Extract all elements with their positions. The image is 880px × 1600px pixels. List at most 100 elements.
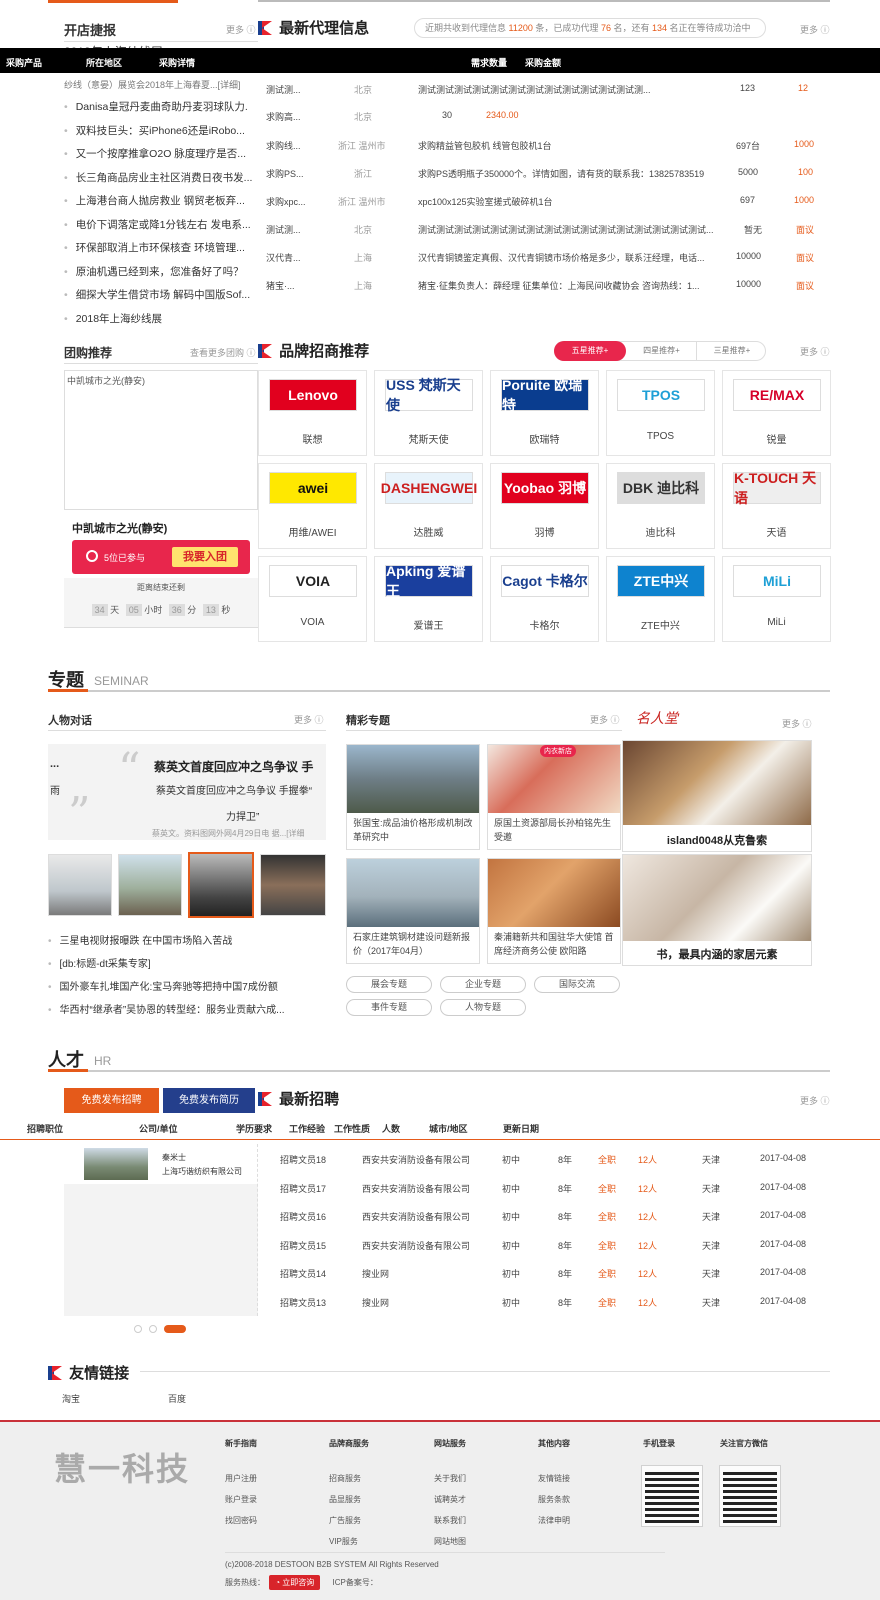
brand-item[interactable]: Apking 爱谱王 爱谱王 xyxy=(374,556,483,642)
tag-international[interactable]: 国际交流 xyxy=(534,976,620,993)
brand-item[interactable]: USS 梵斯天使 梵斯天使 xyxy=(374,370,483,456)
brand-item[interactable]: MiLi MiLi xyxy=(722,556,831,642)
group-buy-name[interactable]: 中凯城市之光(静安) xyxy=(72,520,167,536)
brand-item[interactable]: Lenovo 联想 xyxy=(258,370,367,456)
brand-item[interactable]: DBK 迪比科 迪比科 xyxy=(606,463,715,549)
celebrity-item-1[interactable]: island0048从克鲁索 xyxy=(622,740,812,852)
brand-item[interactable]: Cagot 卡格尔 卡格尔 xyxy=(490,556,599,642)
dialogue-headline[interactable]: 蔡英文首度回应冲之鸟争议 手 xyxy=(154,758,313,775)
table-row[interactable]: 测试测... 北京 测试测试测试测试测试测试测试测试测试测试测试测试测试测试测试… xyxy=(258,214,830,242)
featured-item-4[interactable]: 秦浦籍新共和国驻华大使馆 首席经济商务公使 欧阳路 xyxy=(487,858,621,964)
group-buy-image[interactable]: 中凯城市之光(静安) xyxy=(64,370,258,510)
footer-link[interactable]: 联系我们 xyxy=(434,1515,466,1526)
carousel-dot[interactable] xyxy=(149,1325,158,1333)
footer-link[interactable]: 关于我们 xyxy=(434,1473,466,1484)
featured-item-2[interactable]: 内衣新店 原国土资源部局长孙柏铭先生受邀 xyxy=(487,744,621,850)
opening-news-more[interactable]: 更多 xyxy=(226,23,256,36)
dialogue-meta[interactable]: 蔡英文。资料图网外网4月29日电 据...[详细 xyxy=(152,828,304,839)
table-row[interactable]: 测试测... 北京 测试测试测试测试测试测试测试测试测试测试测试测试测... 1… xyxy=(258,74,830,102)
footer-link[interactable]: 找回密码 xyxy=(225,1515,257,1526)
group-buy-more[interactable]: 查看更多团购 xyxy=(190,346,256,359)
featured-item-1[interactable]: 张国宝:成品油价格形成机制改革研究中 xyxy=(346,744,480,850)
footer-link[interactable]: 法律申明 xyxy=(538,1515,570,1526)
dialogue-link[interactable]: [db:标题-dt采集专家] xyxy=(48,953,328,976)
brand-item[interactable]: DASHENGWEI 达胜威 xyxy=(374,463,483,549)
table-row[interactable]: 求购PS... 浙江 求购PS透明瓶子350000个。详情如图，请有货的联系我：… xyxy=(258,158,830,186)
brand-item[interactable]: ZTE中兴 ZTE中兴 xyxy=(606,556,715,642)
dialogue-link[interactable]: 国外豪车扎堆国产化:宝马奔驰等把持中国7成份额 xyxy=(48,976,328,999)
table-row[interactable]: 招聘文员15 西安共安消防设备有限公司 初中 8年 全职 12人 天津 2017-04-08 xyxy=(258,1230,830,1258)
dialogue-slide[interactable]: ... 雨 “ ” 蔡英文首度回应冲之鸟争议 手 蔡英文首度回应冲之鸟争议 手握… xyxy=(48,744,326,840)
tag-people[interactable]: 人物专题 xyxy=(440,999,526,1016)
footer-link[interactable]: 品显服务 xyxy=(329,1494,369,1505)
opening-news-meta[interactable]: 纱线（意晏）展览会2018年上海春夏...[详细] xyxy=(64,78,254,91)
footer-link[interactable]: 广告服务 xyxy=(329,1515,369,1526)
tab-five-star[interactable]: 五星推荐+ xyxy=(554,341,626,361)
brand-item[interactable]: K-TOUCH 天语 天语 xyxy=(722,463,831,549)
news-item[interactable]: 细探大学生借贷市场 解码中国版Sof... xyxy=(64,284,254,308)
news-item[interactable]: Danisa皇冠丹麦曲奇助丹麦羽球队力. xyxy=(64,96,254,120)
table-row[interactable]: 招聘文员18 西安共安消防设备有限公司 初中 8年 全职 12人 天津 2017-04-08 xyxy=(258,1144,830,1172)
featured-item-3[interactable]: 石家庄建筑钢材建设问题新报价（2017年04月） xyxy=(346,858,480,964)
dialogue-thumb-2[interactable] xyxy=(118,854,182,916)
agent-info-more[interactable]: 更多 xyxy=(800,23,830,36)
brand-item[interactable]: awei 用维/AWEI xyxy=(258,463,367,549)
news-item[interactable]: 又一个按摩推拿O2O 脉度理疗是否... xyxy=(64,143,254,167)
table-row[interactable]: 求购线... 浙江 温州市 求购精益管包胶机 线管包胶机1台 697台 1000 xyxy=(258,130,830,158)
tab-four-star[interactable]: 四星推荐+ xyxy=(627,342,697,360)
table-row[interactable]: 招聘文员13 搜业网 初中 8年 全职 12人 天津 2017-04-08 xyxy=(258,1287,830,1315)
link-baidu[interactable]: 百度 xyxy=(168,1392,186,1405)
footer-link[interactable]: VIP服务 xyxy=(329,1536,369,1547)
footer-link[interactable]: 诚聘英才 xyxy=(434,1494,466,1505)
table-row[interactable]: 求购xpc... 浙江 温州市 xpc100x125实验室搓式破碎机1台 697… xyxy=(258,186,830,214)
latest-jobs-more[interactable]: 更多 xyxy=(800,1094,830,1107)
dialogue-thumb-3[interactable] xyxy=(188,852,254,918)
carousel-dot[interactable] xyxy=(134,1325,142,1333)
news-item[interactable]: 电价下调落定或降1分钱左右 发电系... xyxy=(64,214,254,238)
celebrity-more[interactable]: 更多 xyxy=(782,717,812,730)
tag-event[interactable]: 事件专题 xyxy=(346,999,432,1016)
celebrity-item-2[interactable]: 书，最具内涵的家居元素 xyxy=(622,854,812,966)
tag-enterprise[interactable]: 企业专题 xyxy=(440,976,526,993)
news-item[interactable]: 环保部取消上市环保核查 环境管理... xyxy=(64,237,254,261)
featured-more[interactable]: 更多 xyxy=(590,713,620,726)
consult-button[interactable]: ◔ 立即咨询 xyxy=(269,1575,321,1590)
footer-link[interactable]: 招商服务 xyxy=(329,1473,369,1484)
table-row[interactable]: 汉代青... 上海 汉代青铜镜鉴定真假、汉代青铜镜市场价格是多少，联系汪经理，电… xyxy=(258,242,830,270)
news-item[interactable]: 2018年上海纱线展 xyxy=(64,308,254,332)
dialogue-more[interactable]: 更多 xyxy=(294,713,324,726)
post-job-button[interactable]: 免费发布招聘 xyxy=(64,1088,159,1113)
post-resume-button[interactable]: 免费发布简历 xyxy=(163,1088,255,1113)
footer-link[interactable]: 用户注册 xyxy=(225,1473,257,1484)
tab-three-star[interactable]: 三星推荐+ xyxy=(697,342,767,360)
brand-item[interactable]: Yoobao 羽博 羽博 xyxy=(490,463,599,549)
brands-more[interactable]: 更多 xyxy=(800,345,830,358)
footer-link[interactable]: 友情链接 xyxy=(538,1473,570,1484)
news-item[interactable]: 长三角商品房业主社区消费日夜书发... xyxy=(64,167,254,191)
brand-item[interactable]: VOIA VOIA xyxy=(258,556,367,642)
news-item[interactable]: 上海港台商人抛房救业 钢贸老板弃... xyxy=(64,190,254,214)
company-logo[interactable] xyxy=(84,1148,148,1180)
tag-expo[interactable]: 展会专题 xyxy=(346,976,432,993)
join-group-button[interactable]: 我要入团 xyxy=(172,547,238,567)
table-row[interactable]: 招聘文员17 西安共安消防设备有限公司 初中 8年 全职 12人 天津 2017-04-08 xyxy=(258,1173,830,1201)
link-taobao[interactable]: 淘宝 xyxy=(62,1392,80,1405)
table-row[interactable]: 招聘文员14 搜业网 初中 8年 全职 12人 天津 2017-04-08 xyxy=(258,1258,830,1286)
company-name[interactable]: 秦米士 xyxy=(162,1152,186,1163)
footer-link[interactable]: 账户登录 xyxy=(225,1494,257,1505)
dialogue-thumb-1[interactable] xyxy=(48,854,112,916)
carousel-dot-active[interactable] xyxy=(164,1325,187,1333)
table-row[interactable]: 招聘文员16 西安共安消防设备有限公司 初中 8年 全职 12人 天津 2017-04-08 xyxy=(258,1201,830,1229)
table-row[interactable]: 猪宝·... 上海 猪宝·征集负责人：薛经理 征集单位：上海民间收藏协会 咨询热… xyxy=(258,270,830,298)
table-row[interactable]: 求购高... 北京 30 2340.00 xyxy=(258,101,830,129)
dialogue-link[interactable]: 三星电视财报曝跌 在中国市场陷入苦战 xyxy=(48,930,328,953)
brand-item[interactable]: RE/MAX 锐量 xyxy=(722,370,831,456)
dialogue-link[interactable]: 华西村“继承者”吴协恩的转型经：服务业贡献六成... xyxy=(48,999,328,1022)
footer-link[interactable]: 服务条款 xyxy=(538,1494,570,1505)
dialogue-thumb-4[interactable] xyxy=(260,854,326,916)
news-item[interactable]: 双料技巨头：买iPhone6还是iRobo... xyxy=(64,120,254,144)
footer-link[interactable]: 网站地图 xyxy=(434,1536,466,1547)
brand-item[interactable]: TPOS TPOS xyxy=(606,370,715,456)
news-item[interactable]: 原油机遇已经到来，您准备好了吗？ xyxy=(64,261,254,285)
brand-item[interactable]: Poruite 欧瑞特 欧瑞特 xyxy=(490,370,599,456)
